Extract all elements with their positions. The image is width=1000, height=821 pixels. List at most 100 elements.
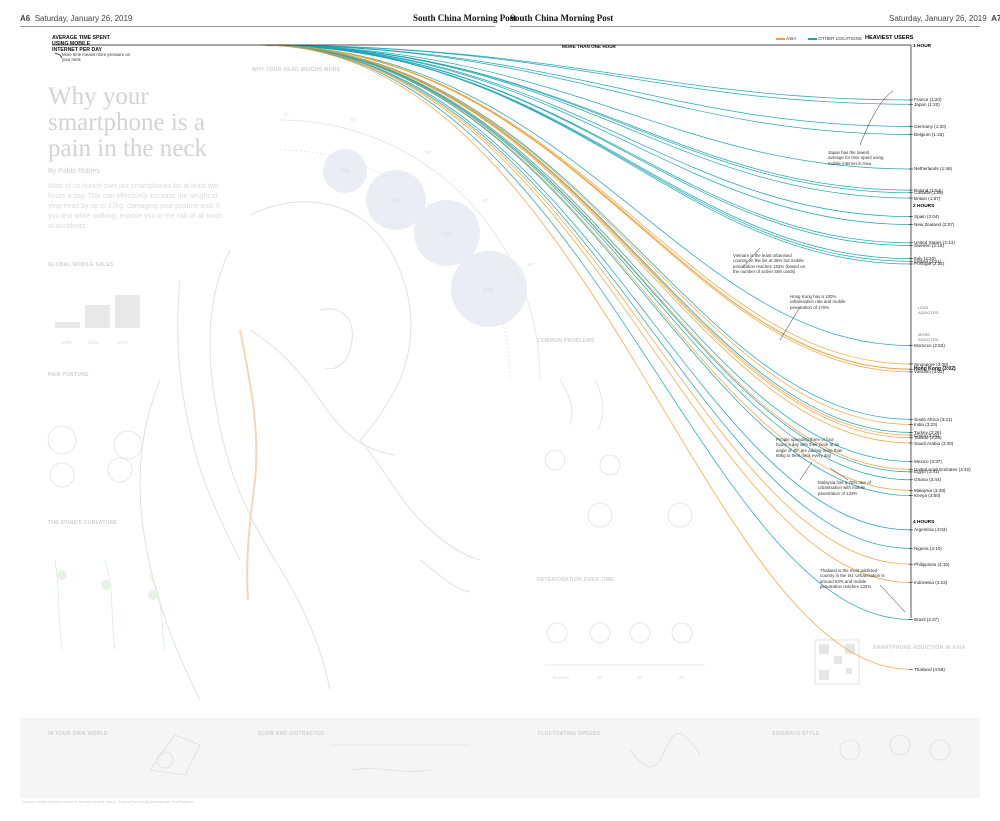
spine-illustration: [239, 329, 258, 601]
country-label: Japan (1:20): [914, 101, 940, 107]
country-label: Indonesia (4:23): [914, 580, 948, 585]
angle-label-45: 45°: [482, 198, 489, 203]
annotation-thailand: Thailand is the most addicted country in…: [820, 568, 885, 589]
country-label: Netherlands (1:46): [914, 166, 953, 172]
flow-line-ghana: [259, 44, 912, 481]
flow-line-netherlands: [259, 44, 912, 170]
hour-mark-2: 2 HOURS: [913, 204, 935, 209]
footer-section-sideways: SIDEWAYS STYLE: [772, 731, 820, 737]
country-label: Britain (1:57): [914, 195, 941, 201]
footer-band: [20, 718, 980, 798]
flow-line-turkey: [259, 44, 912, 433]
story-byline: By Pablo Robles: [48, 168, 100, 175]
legend-other: OTHER LOCATIONS: [808, 36, 862, 41]
country-label: India (3:23): [914, 422, 938, 427]
annotation-hongkong: Hong Kong has a 100% urbanisation rate a…: [790, 294, 846, 310]
hour-mark-1: 1 HOUR: [913, 44, 932, 49]
country-label: Ghana (3:44): [914, 477, 942, 483]
more-addicted-label: MORE ADDICTED: [918, 332, 939, 342]
leader-malaysia: [829, 467, 849, 481]
section-pain-posture: PAIN POSTURE: [48, 372, 89, 378]
section-spine-curvature: THE SPINE'S CURVATURE: [48, 520, 118, 526]
less-addicted-label: LESS ADDICTED: [918, 305, 939, 315]
country-label: New Zealand (2:07): [914, 221, 955, 227]
weight-label-18kg: 18kg: [390, 198, 400, 203]
annotation-japan: Japan has the lowest average for time sp…: [828, 150, 884, 166]
annotation-people: People spending three or four hours a da…: [776, 437, 843, 458]
sales-year-2012: 2012: [88, 340, 99, 345]
age-label-50: 50: [637, 675, 643, 680]
annotation-vietnam: Vietnam is the least urbanised country o…: [733, 253, 806, 274]
age-label-40: 40: [597, 675, 603, 680]
weight-label-12kg: 12kg: [340, 168, 350, 173]
country-label: Thailand (4:56): [914, 666, 945, 672]
country-label: Vietnam (3:02): [914, 369, 945, 375]
section-head-weight: WHY YOUR HEAD WEIGHS MORE: [252, 67, 341, 73]
heaviest-users-label: HEAVIEST USERS: [865, 35, 914, 41]
flow-line-sweden: [259, 44, 912, 246]
story-title: Why your smartphone is a pain in the nec…: [48, 83, 207, 162]
flow-line-indonesia: [259, 44, 912, 583]
sales-year-2017: 2017: [118, 340, 129, 345]
flow-line-china: [259, 44, 912, 436]
annotation-malaysia: Malaysia has a 76% rate of urbanisation …: [818, 480, 871, 496]
country-label: Canada (1:55): [914, 190, 944, 196]
footer-section-speeds: FLUCTUATING SPEEDS: [538, 731, 601, 737]
flow-line-united-arab-emirates: [259, 44, 912, 470]
annotation-leaders: [741, 90, 906, 613]
angle-label-60: 60°: [528, 262, 535, 267]
flow-line-italy: [259, 44, 912, 259]
country-label: Morocco (2:53): [914, 343, 945, 348]
footer-section-own-world: IN YOUR OWN WORLD: [48, 731, 108, 737]
country-label: Sweden (2:15): [914, 243, 944, 248]
story-intro: Most of us hunch over our smartphones fo…: [48, 183, 223, 230]
more-than-one-hour-label: MORE THAN ONE HOUR: [562, 44, 616, 49]
country-label: Kenya (3:50): [914, 493, 941, 499]
country-label: Nigeria (4:10): [914, 545, 942, 551]
flow-lines: [259, 44, 913, 670]
weight-label-27kg: 27kg: [483, 287, 493, 292]
left-diagrams: [47, 425, 166, 651]
footer-credit: Sources: Mobile Addiction research, Harv…: [22, 800, 195, 804]
flow-line-japan: [259, 44, 912, 105]
weight-label-22kg: 22kg: [441, 231, 451, 236]
legend-asia-swatch: [776, 38, 785, 40]
section-asia-addiction: SMARTPHONE ADDICTION IN ASIA: [873, 645, 966, 651]
weight-bubbles: [323, 149, 527, 327]
flow-line-new-zealand: [259, 44, 912, 225]
sales-year-2007: 2007: [62, 340, 73, 345]
neck-note: More time means more pressure on your ne…: [62, 52, 131, 62]
footer-section-slow: SLOW AND DISTRACTED: [258, 731, 325, 737]
country-label: Philippines (4:16): [914, 561, 950, 567]
age-label-25: 25 years: [552, 675, 570, 680]
country-label: Brazil (4:37): [914, 616, 939, 622]
country-label: Mexico (3:37): [914, 458, 942, 464]
legend-asia: ASIA: [776, 36, 797, 41]
flow-line-taiwan: [259, 44, 912, 439]
section-common-problems: COMMON PROBLEMS: [537, 338, 595, 344]
woman-figure: [139, 201, 481, 701]
country-label: Belgium (1:33): [914, 131, 944, 137]
neck-arrow-icon: [54, 52, 63, 59]
hour-mark-4: 4 HOURS: [913, 520, 935, 525]
country-label: Spain (2:04): [914, 214, 940, 220]
angle-label-0: 0°: [284, 112, 289, 117]
country-label: Argentina (4:03): [914, 527, 947, 533]
flow-line-germany: [259, 44, 912, 127]
flow-line-kenya: [259, 44, 912, 496]
mid-diagrams: [544, 379, 705, 666]
age-label-60: 60: [679, 675, 685, 680]
sales-bars: [55, 295, 140, 328]
section-mobile-sales: GLOBAL MOBILE SALES: [48, 262, 114, 268]
country-label: Saudi Arabia (3:30): [914, 440, 954, 446]
country-label: Germany (1:30): [914, 124, 947, 129]
legend-asia-label: ASIA: [786, 36, 797, 41]
flow-line-france: [259, 44, 912, 101]
qr-code: [814, 639, 860, 685]
country-label: Portugal (2:22): [914, 261, 945, 267]
leader-people: [799, 461, 813, 481]
flow-line-india: [259, 44, 912, 425]
flow-line-mexico: [259, 44, 912, 462]
section-deterioration: DETERIORATION OVER TIME: [537, 577, 614, 583]
angle-label-30: 30°: [425, 150, 432, 155]
